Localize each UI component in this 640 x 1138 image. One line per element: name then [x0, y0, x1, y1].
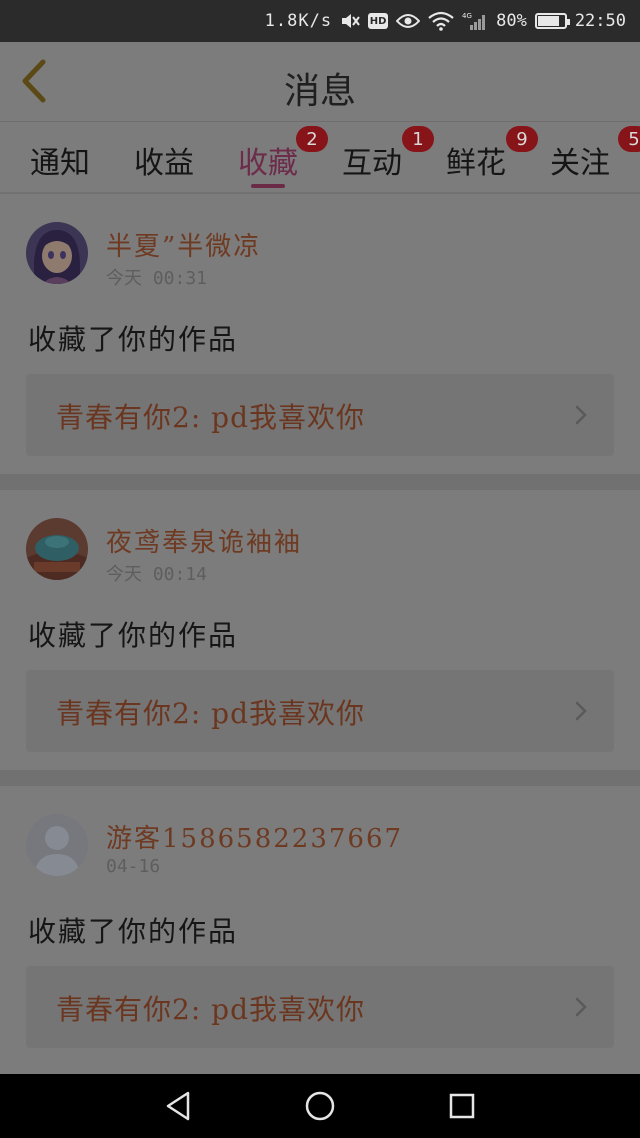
tab-follows[interactable]: 关注 5 — [530, 126, 640, 192]
app-header: 消息 — [0, 42, 640, 122]
tab-favorites[interactable]: 收藏 2 — [218, 126, 328, 192]
default-avatar-icon — [26, 814, 88, 876]
system-nav-bar — [0, 1074, 640, 1138]
anime-avatar-icon — [26, 222, 88, 284]
divider — [0, 474, 640, 490]
user-name[interactable]: 夜鸢奉泉诡袖袖 — [106, 522, 302, 559]
status-icons: 1.8K/s HD 4G 80% 22:50 — [265, 0, 626, 42]
signal-icon: 4G — [462, 11, 488, 31]
divider — [0, 770, 640, 786]
tab-notifications[interactable]: 通知 — [10, 132, 110, 192]
chevron-right-icon — [574, 404, 588, 430]
tab-label: 鲜花 — [446, 146, 506, 181]
home-circle-icon[interactable] — [302, 1088, 338, 1124]
mute-icon — [340, 12, 360, 30]
work-title: 青春有你2: pd我喜欢你 — [56, 697, 365, 730]
tab-label: 通知 — [30, 146, 90, 181]
tab-bar: 通知 收益 收藏 2 互动 1 鲜花 9 关注 5 — [0, 122, 640, 192]
message-time: 今天 00:31 — [106, 268, 208, 289]
message-action: 收藏了你的作品 — [28, 619, 239, 652]
message-card: 游客1586582237667 04-16 收藏了你的作品 青春有你2: pd我… — [0, 786, 640, 1072]
battery-icon — [534, 13, 570, 29]
avatar[interactable] — [26, 222, 88, 284]
hd-icon: HD — [368, 13, 389, 29]
recents-square-icon[interactable] — [444, 1088, 480, 1124]
eye-icon — [396, 13, 421, 29]
user-name[interactable]: 游客1586582237667 — [106, 818, 403, 855]
back-triangle-icon[interactable] — [160, 1088, 196, 1124]
chevron-right-icon — [574, 996, 588, 1022]
message-action: 收藏了你的作品 — [28, 323, 239, 356]
tab-interaction[interactable]: 互动 1 — [322, 126, 434, 192]
message-time: 04-16 — [106, 856, 161, 877]
tab-label: 收益 — [134, 146, 194, 181]
tab-label: 互动 — [342, 146, 402, 181]
avatar[interactable] — [26, 518, 88, 580]
active-indicator — [251, 184, 285, 188]
battery-percent: 80% — [496, 11, 527, 31]
battery-fill — [537, 16, 559, 26]
network-speed: 1.8K/s — [264, 11, 333, 31]
page-title: 消息 — [283, 71, 356, 112]
message-time: 今天 00:14 — [106, 564, 208, 585]
work-title: 青春有你2: pd我喜欢你 — [56, 993, 365, 1026]
message-card: 夜鸢奉泉诡袖袖 今天 00:14 收藏了你的作品 青春有你2: pd我喜欢你 — [0, 490, 640, 776]
status-bar: 1.8K/s HD 4G 80% 22:50 — [0, 0, 640, 42]
message-action: 收藏了你的作品 — [28, 915, 239, 948]
signal-type-label: 4G — [462, 12, 472, 20]
chevron-right-icon — [574, 700, 588, 726]
work-title: 青春有你2: pd我喜欢你 — [56, 401, 365, 434]
work-link[interactable]: 青春有你2: pd我喜欢你 — [26, 966, 614, 1048]
user-name[interactable]: 半夏”半微凉 — [106, 226, 261, 263]
tab-label: 收藏 — [238, 146, 298, 181]
tab-earnings[interactable]: 收益 — [114, 132, 214, 192]
wifi-icon — [428, 11, 454, 31]
badge-count: 5 — [618, 126, 640, 152]
avatar[interactable] — [26, 814, 88, 876]
work-link[interactable]: 青春有你2: pd我喜欢你 — [26, 374, 614, 456]
work-link[interactable]: 青春有你2: pd我喜欢你 — [26, 670, 614, 752]
clock: 22:50 — [574, 11, 626, 31]
message-card: 半夏”半微凉 今天 00:31 收藏了你的作品 青春有你2: pd我喜欢你 — [0, 194, 640, 480]
tab-label: 关注 — [550, 146, 610, 181]
photo-avatar-icon — [26, 518, 88, 580]
tab-flowers[interactable]: 鲜花 9 — [426, 126, 538, 192]
